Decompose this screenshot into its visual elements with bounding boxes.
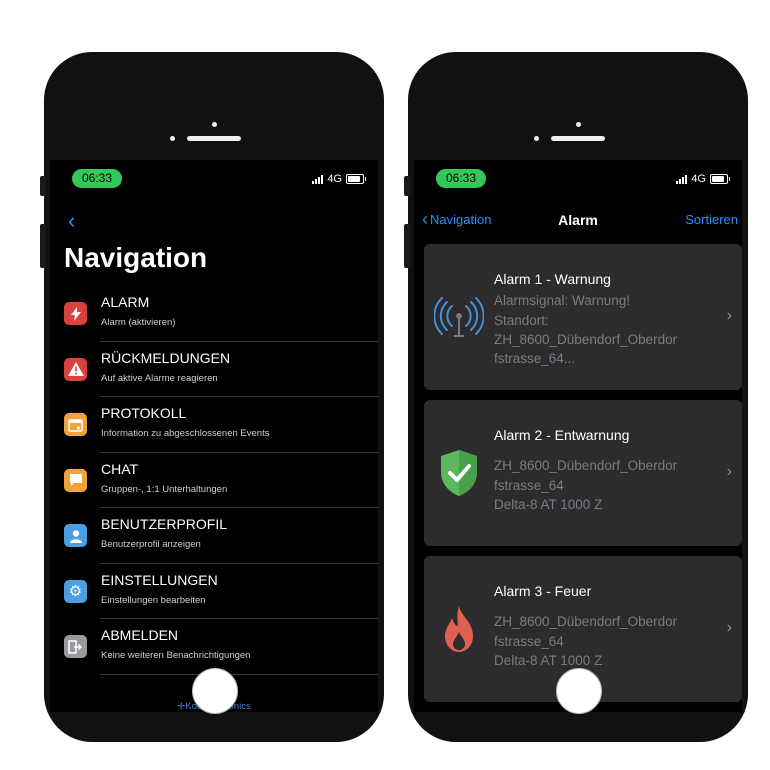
menu-item-abmelden[interactable]: ABMELDEN Keine weiteren Benachrichtigung… — [50, 619, 378, 675]
volume-up-button — [40, 224, 46, 268]
menu-label: EINSTELLUNGEN — [101, 571, 218, 588]
alarm-detail: fstrasse_64 — [494, 634, 564, 649]
user-icon — [64, 524, 87, 547]
menu-sublabel: Benutzerprofil anzeigen — [101, 539, 201, 550]
warning-icon — [64, 357, 87, 381]
chevron-right-icon: › — [726, 619, 732, 636]
right-screen: 06:33 4G ‹ Navigation Alarm Sortieren Al… — [414, 160, 742, 712]
navigation-menu: ALARM Alarm (aktivieren) RÜCKMELDUNGEN A… — [50, 286, 378, 675]
menu-sublabel: Information zu abgeschlossenen Events — [101, 428, 270, 439]
menu-label: RÜCKMELDUNGEN — [101, 349, 231, 366]
menu-sublabel: Auf aktive Alarme reagieren — [101, 372, 218, 384]
menu-item-chat[interactable]: CHAT Gruppen-, 1:1 Unterhaltungen — [50, 453, 378, 508]
chevron-right-icon: › — [726, 307, 732, 324]
antenna-icon — [434, 292, 484, 342]
left-screen: 06:33 4G ‹ Navigation ALARM Alarm (aktiv… — [50, 160, 378, 712]
menu-item-einstellungen[interactable]: ⚙ EINSTELLUNGEN Einstellungen bearbeiten — [50, 564, 378, 619]
menu-item-benutzerprofil[interactable]: BENUTZERPROFIL Benutzerprofil anzeigen — [50, 508, 378, 564]
status-indicators: 4G — [676, 173, 730, 185]
shield-check-icon — [434, 448, 484, 498]
network-type: 4G — [327, 173, 342, 185]
alarm-title: Alarm 1 - Warnung — [494, 271, 611, 287]
status-time: 06:33 — [436, 169, 486, 188]
menu-sublabel: Einstellungen bearbeiten — [101, 594, 206, 606]
alarm-detail: Standort: — [494, 313, 549, 328]
page-title: Navigation — [64, 242, 208, 273]
menu-label: CHAT — [101, 460, 139, 477]
home-button[interactable] — [192, 668, 238, 714]
calendar-icon — [64, 413, 87, 436]
mute-switch — [40, 176, 46, 196]
volume-up-button — [404, 224, 410, 268]
alarm-detail: ZH_8600_Dübendorf_Oberdor — [494, 614, 678, 629]
logout-icon — [64, 635, 87, 658]
front-camera — [212, 122, 217, 127]
menu-sublabel: Gruppen-, 1:1 Unterhaltungen — [101, 483, 228, 495]
battery-icon — [710, 174, 730, 184]
lightning-icon — [64, 302, 87, 325]
battery-icon — [346, 174, 366, 184]
alarm-detail: ZH_8600_Dübendorf_Oberdor — [494, 458, 678, 473]
alarm-card[interactable]: Alarm 2 - Entwarnung ZH_8600_Dübendorf_O… — [424, 400, 742, 546]
alarm-detail: Delta-8 AT 1000 Z — [494, 497, 603, 512]
alarm-title: Alarm 2 - Entwarnung — [494, 427, 630, 443]
sort-button[interactable]: Sortieren — [685, 212, 738, 227]
network-type: 4G — [691, 173, 706, 185]
menu-sublabel: Alarm (aktivieren) — [101, 317, 176, 328]
alarm-title: Alarm 3 - Feuer — [494, 583, 592, 599]
earpiece-speaker — [187, 136, 241, 141]
chat-icon — [64, 468, 87, 492]
right-phone-frame: 06:33 4G ‹ Navigation Alarm Sortieren Al… — [404, 52, 748, 742]
mute-switch — [404, 176, 410, 196]
signal-icon — [312, 174, 324, 184]
menu-sublabel: Keine weiteren Benachrichtigungen — [101, 650, 251, 661]
menu-item-rueckmeldungen[interactable]: RÜCKMELDUNGEN Auf aktive Alarme reagiere… — [50, 342, 378, 397]
home-button[interactable] — [556, 668, 602, 714]
signal-icon — [676, 174, 688, 184]
left-phone-frame: 06:33 4G ‹ Navigation ALARM Alarm (aktiv… — [40, 52, 384, 742]
proximity-sensor — [534, 136, 539, 141]
menu-label: BENUTZERPROFIL — [101, 516, 228, 532]
fire-icon — [434, 604, 484, 654]
back-chevron-icon[interactable]: ‹ — [68, 208, 75, 234]
chevron-right-icon: › — [726, 463, 732, 480]
proximity-sensor — [170, 136, 175, 141]
alarm-detail: fstrasse_64... — [494, 351, 576, 366]
front-camera — [576, 122, 581, 127]
alarm-detail: ZH_8600_Dübendorf_Oberdor — [494, 332, 678, 347]
status-time: 06:33 — [72, 169, 122, 188]
alarm-card[interactable]: Alarm 1 - Warnung Alarmsignal: Warnung! … — [424, 244, 742, 390]
menu-label: PROTOKOLL — [101, 405, 187, 421]
earpiece-speaker — [551, 136, 605, 141]
status-indicators: 4G — [312, 173, 366, 185]
menu-item-protokoll[interactable]: PROTOKOLL Information zu abgeschlossenen… — [50, 397, 378, 453]
menu-item-alarm[interactable]: ALARM Alarm (aktivieren) — [50, 286, 378, 342]
menu-label: ALARM — [101, 294, 150, 310]
gear-icon: ⚙ — [64, 579, 87, 603]
menu-label: ABMELDEN — [101, 627, 179, 643]
alarm-detail: Delta-8 AT 1000 Z — [494, 653, 603, 668]
alarm-detail: fstrasse_64 — [494, 478, 564, 493]
alarm-detail: Alarmsignal: Warnung! — [494, 293, 631, 308]
